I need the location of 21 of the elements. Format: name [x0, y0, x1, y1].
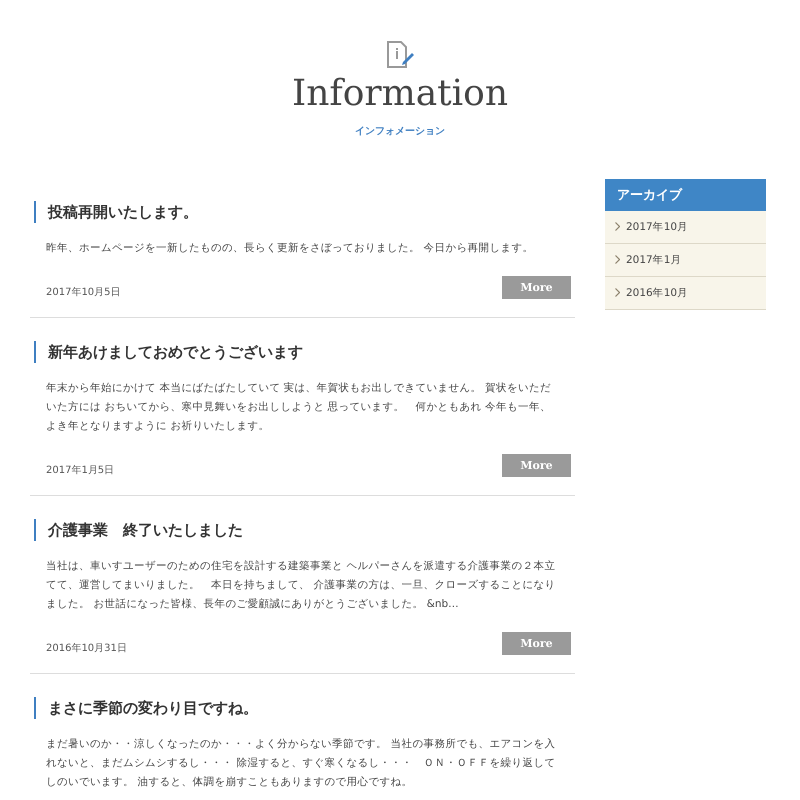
post-title: 介護事業 終了いたしました [34, 518, 571, 541]
archive-link[interactable]: 2017年1月 [605, 244, 766, 277]
archive-link[interactable]: 2016年10月 [605, 276, 766, 310]
post-excerpt: まだ暑いのか・・涼しくなったのか・・・よく分からない季節です。 当社の事務所でも、エアコンを入れないと、まだムシムシするし・・・ 除湿すると、すぐ寒くなるし・・・ ＯＮ・ＯＦＦを繰り返してしのいでいます。 油すると、体調を崩すこともありますので用心ですね。 [45, 736, 556, 790]
post-date: 2016年10月31日 [46, 642, 127, 655]
post-title: 新年あけましておめでとうございます [34, 340, 571, 363]
archive-link[interactable]: 2017年10月 [605, 210, 766, 244]
document-pen-icon [385, 40, 415, 70]
chevron-icon [615, 222, 620, 232]
post-excerpt: 昨年、ホームページを一新したものの、長らく更新をさぼっておりました。 今日から再開します。 [45, 240, 534, 256]
chevron-icon [615, 255, 620, 264]
page-title: Information [292, 74, 508, 114]
sidebar-heading: アーカイブ [605, 178, 766, 211]
page-subtitle: インフォメーション [355, 124, 445, 138]
post-title: まさに季節の変わり目ですね。 [34, 696, 571, 719]
post-date: 2017年10月5日 [46, 286, 121, 299]
post-date: 2017年1月5日 [46, 464, 114, 477]
post-title: 投稿再開いたします。 [34, 200, 571, 223]
post-excerpt: 当社は、車いすユーザーのための住宅を設計する建築事業と ヘルパーさんを派遣する介護事業の２本立てて、運営してまいりました。 本日を持ちまして、 介護事業の方は、一旦、クローズすることになりました。 お世話になった皆様、長年のご愛顧誠にありがとうございました。 &nb… [45, 558, 556, 612]
post-excerpt: 年末から年始にかけて 本当にばたばたしていて 実は、年賀状もお出しできていません。 賀状をいただいた方には おちいてから、寒中見舞いをお出ししようと 思っています。 何かともあれ 今年も一年、よき年となりますように お祈りいたします。 [45, 380, 552, 434]
chevron-icon [615, 288, 620, 298]
